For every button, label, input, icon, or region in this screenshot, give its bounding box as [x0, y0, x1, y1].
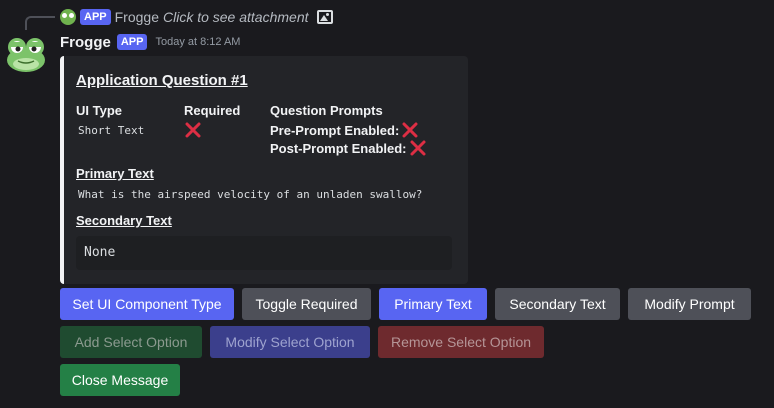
embed-title: Application Question #1: [76, 72, 248, 89]
field-ui-type-value: Short Text: [78, 124, 145, 137]
reply-app-badge: APP: [80, 9, 111, 25]
modify-prompt-button[interactable]: Modify Prompt: [628, 288, 751, 320]
primary-text-button[interactable]: Primary Text: [379, 288, 487, 320]
pre-prompt-label: Pre-Prompt Enabled:: [270, 122, 400, 138]
timestamp[interactable]: Today at 8:12 AM: [155, 36, 240, 48]
reply-avatar[interactable]: [60, 9, 76, 25]
toggle-required-button[interactable]: Toggle Required: [242, 288, 371, 320]
close-message-button[interactable]: Close Message: [60, 364, 180, 396]
author-name[interactable]: Frogge: [60, 34, 111, 51]
reply-author[interactable]: Frogge: [115, 9, 159, 25]
app-badge: APP: [116, 34, 148, 50]
cross-mark-icon: [185, 122, 201, 138]
message-header: Frogge APP Today at 8:12 AM: [60, 32, 240, 52]
embed: Application Question #1 UI Type Short Te…: [60, 56, 468, 284]
field-ui-type-label: UI Type: [76, 103, 122, 118]
reply-preview[interactable]: APP Frogge Click to see attachment: [60, 8, 333, 26]
cross-mark-icon: [410, 140, 426, 156]
message: APP Frogge Click to see attachment Frogg…: [0, 0, 774, 408]
modify-select-option-button: Modify Select Option: [210, 326, 370, 358]
secondary-text-button[interactable]: Secondary Text: [495, 288, 620, 320]
image-icon[interactable]: [316, 10, 333, 24]
reply-spine: [25, 16, 55, 30]
post-prompt-line: Post-Prompt Enabled:: [270, 139, 427, 157]
pre-prompt-line: Pre-Prompt Enabled:: [270, 121, 419, 139]
secondary-text-codeblock: None: [76, 236, 452, 270]
frog-avatar[interactable]: [4, 34, 48, 74]
add-select-option-button: Add Select Option: [60, 326, 202, 358]
remove-select-option-button: Remove Select Option: [378, 326, 544, 358]
field-required-label: Required: [184, 103, 241, 118]
reply-text[interactable]: Click to see attachment: [163, 9, 309, 25]
cross-mark-icon: [402, 122, 418, 138]
set-ui-component-type-button[interactable]: Set UI Component Type: [60, 288, 234, 320]
post-prompt-label: Post-Prompt Enabled:: [270, 140, 407, 156]
field-secondary-text-label: Secondary Text: [76, 213, 172, 228]
field-prompts-label: Question Prompts: [270, 103, 383, 118]
field-primary-text-label: Primary Text: [76, 166, 154, 181]
field-primary-text-value: What is the airspeed velocity of an unla…: [78, 188, 423, 201]
